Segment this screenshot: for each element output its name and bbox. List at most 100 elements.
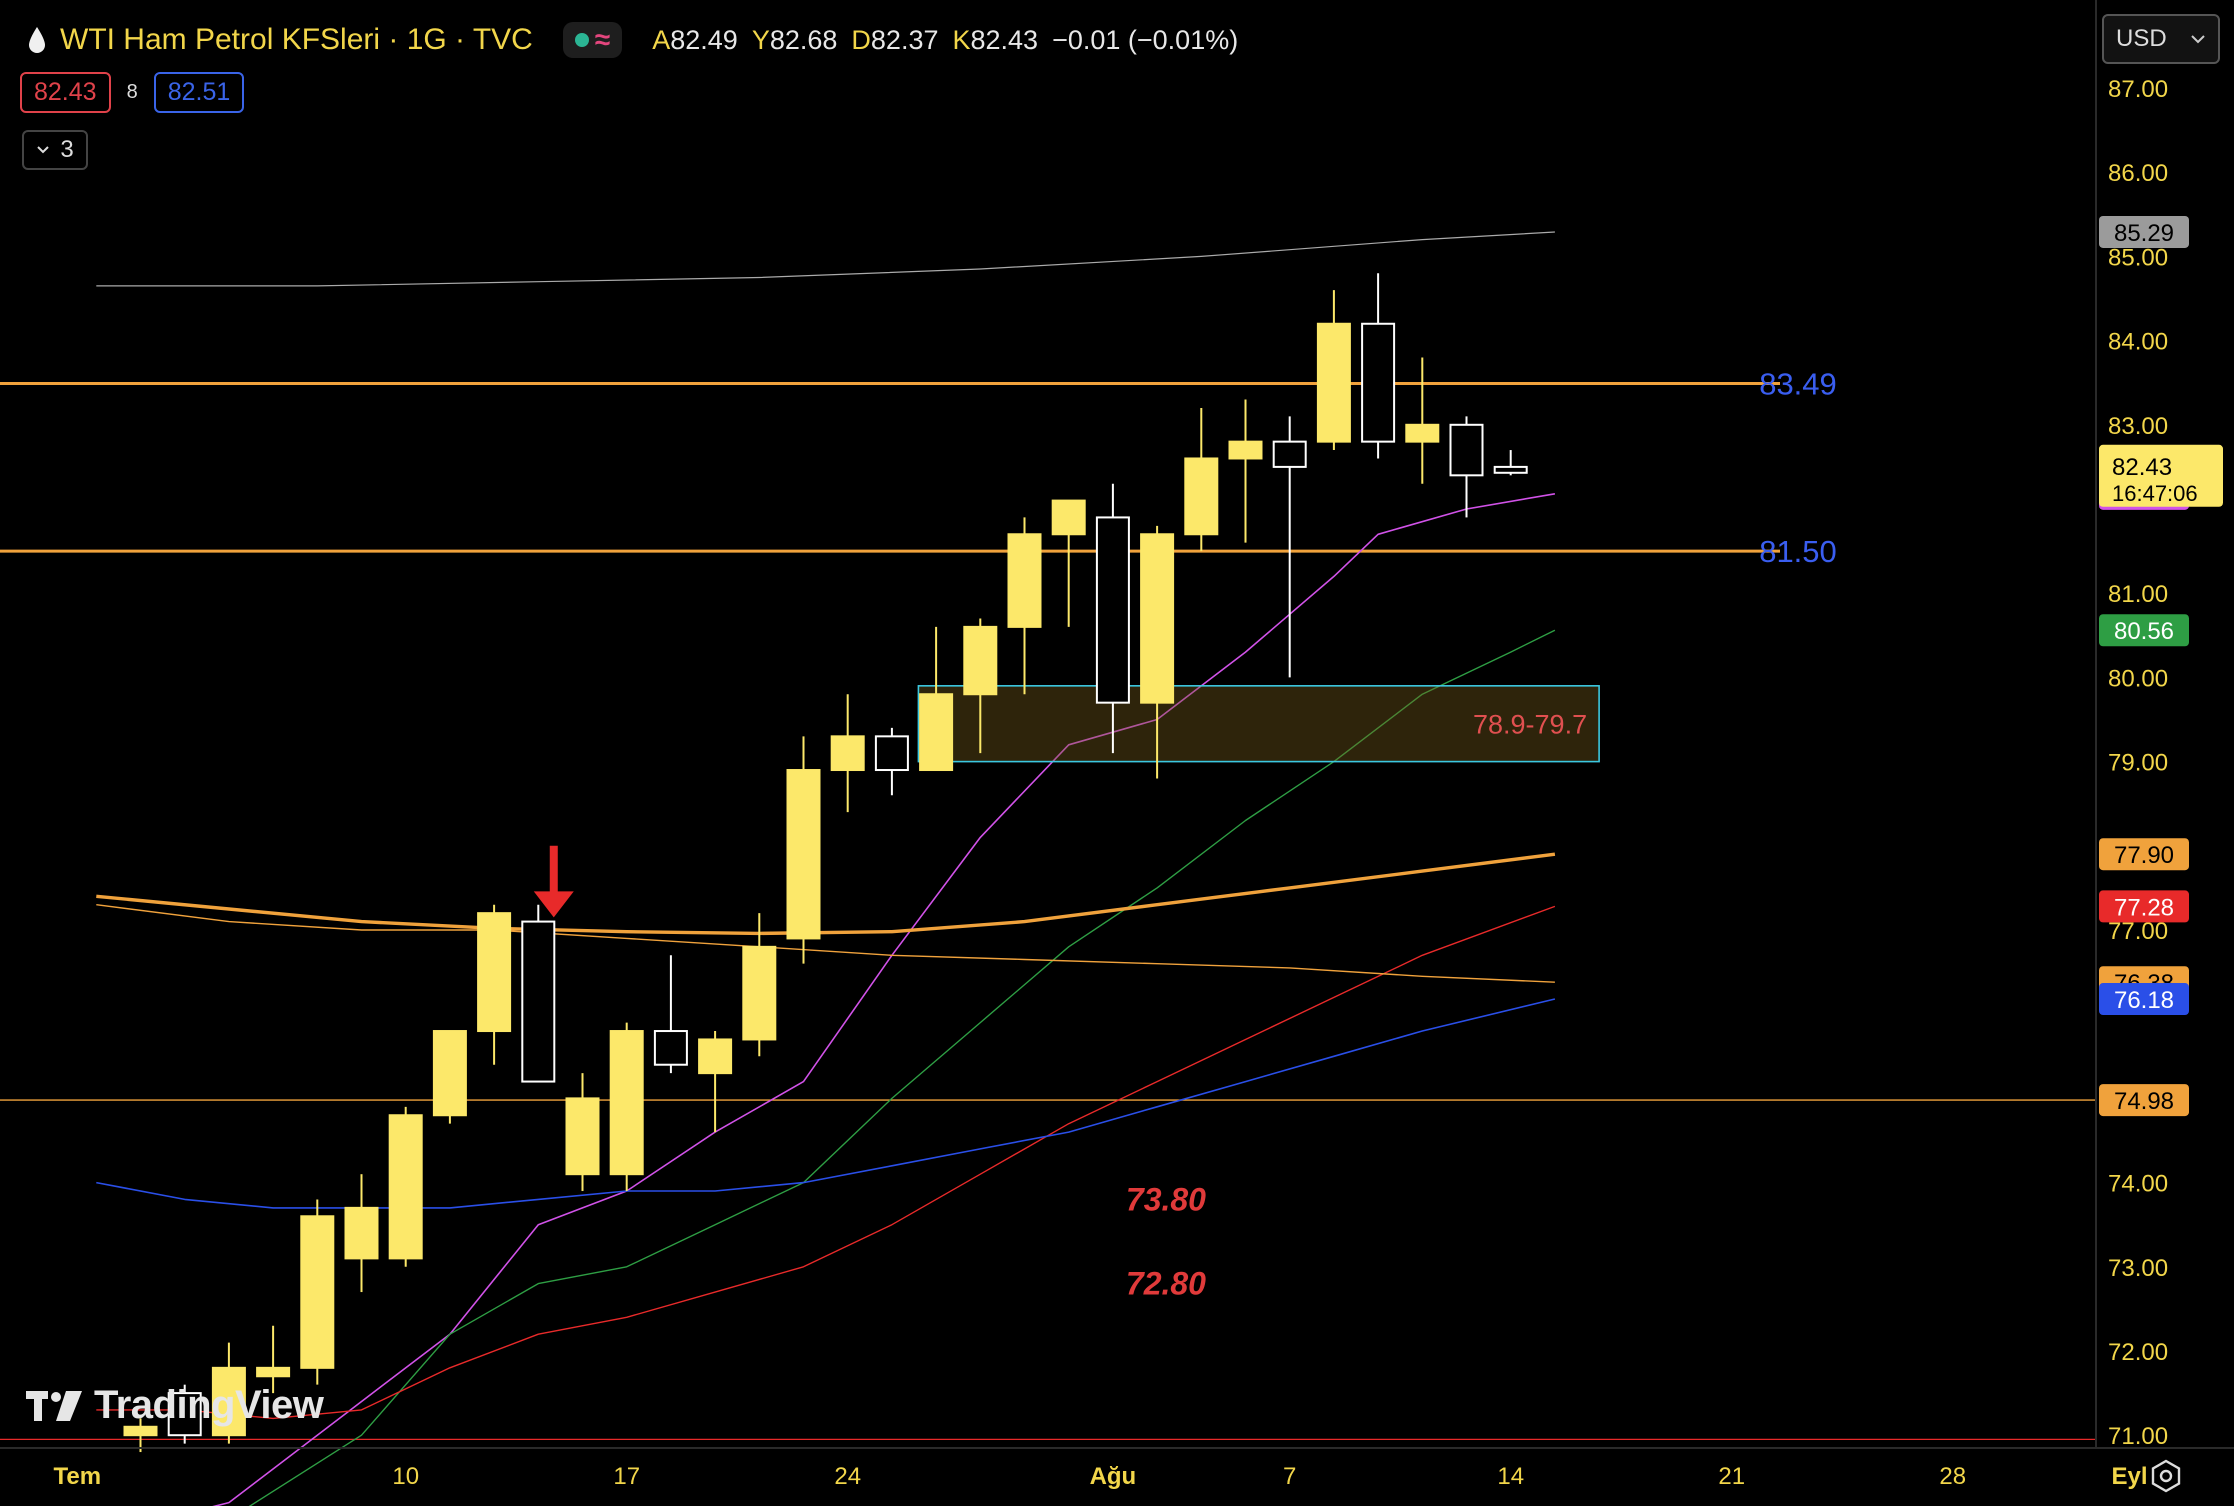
market-open-dot-icon xyxy=(574,33,589,47)
candle-body xyxy=(1405,423,1440,443)
price-badge-label: 80.56 xyxy=(2114,618,2174,645)
price-annotation: 81.50 xyxy=(1759,534,1837,569)
time-tick-label: 17 xyxy=(613,1463,640,1490)
price-badge-label: 85.29 xyxy=(2114,220,2174,247)
price-tick-label: 87.00 xyxy=(2108,76,2168,103)
candle-body xyxy=(1228,440,1263,460)
high-value: 82.68 xyxy=(769,24,838,55)
change-value: −0.01 (−0.01%) xyxy=(1052,24,1239,55)
candle-body xyxy=(1449,423,1484,477)
tradingview-logo-icon xyxy=(26,1390,82,1421)
time-tick-label: 10 xyxy=(392,1463,419,1490)
candle-body xyxy=(1007,533,1042,628)
price-annotation: 72.80 xyxy=(1126,1266,1206,1302)
price-tick-label: 74.00 xyxy=(2108,1171,2168,1198)
price-tick-label: 72.00 xyxy=(2108,1339,2168,1366)
last-price-label: 82.43 xyxy=(2112,454,2172,481)
spread-value: 8 xyxy=(126,81,138,103)
watermark-text: TradingView xyxy=(94,1383,324,1427)
support-zone: 78.9-79.7 xyxy=(917,685,1600,763)
open-label: A xyxy=(652,24,671,55)
price-chart[interactable]: 78.9-79.7 83.49 81.50 73.80 72.80 71.00 72.00 7… xyxy=(0,0,2234,1506)
bar-countdown-label: 16:47:06 xyxy=(2112,481,2198,506)
indicators-toggle-button[interactable]: 3 xyxy=(22,130,88,170)
time-tick-label: 28 xyxy=(1939,1463,1966,1490)
price-badge-label: 77.90 xyxy=(2114,842,2174,869)
candle-body xyxy=(300,1215,335,1369)
chevron-down-icon xyxy=(2191,35,2205,44)
candle-body xyxy=(477,912,512,1033)
chevron-down-icon xyxy=(37,146,50,154)
time-tick-label: Tem xyxy=(54,1463,102,1490)
moving-average-line xyxy=(96,998,1556,1209)
tradingview-logo[interactable]: TradingView xyxy=(26,1383,324,1428)
candle-body xyxy=(1095,516,1130,704)
candle-body xyxy=(1361,322,1396,443)
time-tick-label: Ağu xyxy=(1090,1463,1137,1490)
candle-body xyxy=(1316,322,1351,443)
price-annotation: 73.80 xyxy=(1126,1181,1206,1217)
buy-price-button[interactable]: 82.51 xyxy=(153,72,245,113)
ohlc-values: A82.49 Y82.68 D82.37 K82.43 −0.01 (−0.01… xyxy=(652,25,1238,56)
low-label: D xyxy=(851,24,871,55)
candle-body xyxy=(698,1038,733,1075)
price-tick-label: 79.00 xyxy=(2108,750,2168,777)
price-badge-label: 76.18 xyxy=(2114,987,2174,1014)
price-tick-label: 83.00 xyxy=(2108,413,2168,440)
price-annotation: 83.49 xyxy=(1759,367,1837,402)
high-label: Y xyxy=(751,24,770,55)
price-tick-label: 73.00 xyxy=(2108,1255,2168,1282)
price-badge-label: 74.98 xyxy=(2114,1088,2174,1115)
close-label: K xyxy=(952,24,971,55)
open-value: 82.49 xyxy=(670,24,738,55)
currency-label: USD xyxy=(2116,25,2167,52)
candle-body xyxy=(653,1030,688,1066)
delayed-data-icon: ≈ xyxy=(594,24,611,55)
candle-body xyxy=(919,693,954,772)
currency-select[interactable]: USD xyxy=(2102,14,2220,64)
candle-body xyxy=(1140,533,1175,704)
candle-body xyxy=(388,1114,423,1260)
candle-body xyxy=(874,735,909,772)
time-tick-label: 14 xyxy=(1497,1463,1524,1490)
price-tick-label: 86.00 xyxy=(2108,160,2168,187)
price-badge-label: 77.28 xyxy=(2114,894,2174,921)
candle-body xyxy=(609,1030,644,1176)
candle-body xyxy=(1493,465,1528,474)
oil-drop-icon xyxy=(29,27,45,53)
sell-price-button[interactable]: 82.43 xyxy=(20,72,111,113)
down-arrow-head-icon xyxy=(533,891,574,918)
moving-average-line xyxy=(96,852,1556,936)
candle-body xyxy=(1272,440,1307,468)
indicators-count: 3 xyxy=(60,136,74,163)
candles xyxy=(123,273,1528,1453)
candle-body xyxy=(1184,457,1219,536)
candle-body xyxy=(256,1366,291,1378)
price-tick-label: 85.00 xyxy=(2108,244,2168,271)
price-tick-label: 80.00 xyxy=(2108,665,2168,692)
candle-body xyxy=(344,1206,379,1260)
low-value: 82.37 xyxy=(870,24,939,55)
moving-average-line xyxy=(96,231,1555,287)
price-tick-label: 81.00 xyxy=(2108,581,2168,608)
chart-settings-icon[interactable] xyxy=(2148,1458,2184,1494)
candle-body xyxy=(123,1425,158,1437)
candle-body xyxy=(786,769,821,940)
time-tick-label: 7 xyxy=(1283,1463,1296,1490)
candle-body xyxy=(432,1030,467,1117)
candle-body xyxy=(1051,499,1086,536)
time-tick-label: 21 xyxy=(1718,1463,1745,1490)
candle-body xyxy=(830,735,865,772)
market-status[interactable]: ≈ xyxy=(562,22,623,58)
candle-body xyxy=(565,1097,600,1176)
candle-body xyxy=(742,945,777,1041)
price-tick-label: 84.00 xyxy=(2108,329,2168,356)
symbol-title[interactable]: WTI Ham Petrol KFSleri · 1G · TVC xyxy=(60,23,533,57)
price-tick-label: 71.00 xyxy=(2108,1423,2168,1450)
close-value: 82.43 xyxy=(970,24,1039,55)
candle-body xyxy=(963,625,998,696)
chart-header: WTI Ham Petrol KFSleri · 1G · TVC ≈ A82.… xyxy=(26,18,1238,62)
time-tick-label: Eyl xyxy=(2111,1463,2147,1490)
time-tick-label: 24 xyxy=(834,1463,861,1490)
support-zone-label: 78.9-79.7 xyxy=(1473,710,1587,740)
